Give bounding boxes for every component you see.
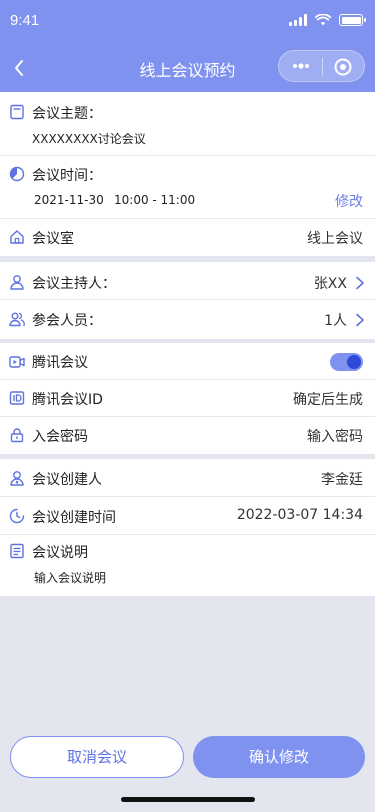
edit-time-link[interactable]: 修改 [335,191,363,211]
capsule-divider [322,58,323,76]
status-bar: 9:41 [0,0,375,44]
section-basic-info: 会议主题： XXXXXXXX讨论会议 会议时间： 2021-11-30 10:0… [0,92,375,256]
topic-label: 会议主题： [32,106,102,122]
person-icon [10,275,24,290]
topic-row: 会议主题： XXXXXXXX讨论会议 [0,92,375,156]
description-input[interactable]: 输入会议说明 [34,569,106,586]
password-input[interactable]: 输入密码 [307,426,363,446]
toggle-knob [347,355,361,369]
document-icon [10,104,24,120]
tencent-toggle[interactable] [330,353,363,371]
signal-icon [289,14,307,26]
chevron-right-icon [356,313,364,327]
status-icons [289,14,366,26]
created-time-label: 会议创建时间 [32,510,116,526]
id-icon [9,391,25,405]
time-row: 会议时间： 2021-11-30 10:00 - 11:00 修改 [0,156,375,219]
home-icon [10,230,24,244]
people-icon [9,312,25,327]
topic-value[interactable]: XXXXXXXX讨论会议 [32,130,146,147]
participants-value: 1人 [324,313,347,329]
battery-icon [339,14,366,26]
cancel-meeting-button[interactable]: 取消会议 [10,736,184,778]
time-label: 会议时间： [32,168,102,184]
chevron-right-icon [356,276,364,290]
nav-bar: 线上会议预约 [0,44,375,92]
room-value: 线上会议 [307,231,363,247]
mini-program-capsule [278,50,365,82]
description-row[interactable]: 会议说明 输入会议说明 [0,535,375,596]
participants-row[interactable]: 参会人员： 1人 [0,300,375,339]
created-time-value: 2022-03-07 14:34 [236,507,363,523]
participants-label: 参会人员： [32,313,102,329]
time-date[interactable]: 2021-11-30 [34,193,104,207]
section-tencent-meeting: 腾讯会议 腾讯会议ID 确定后生成 入会密码 输入密码 [0,343,375,454]
creator-value: 李金廷 [321,472,363,488]
tencent-id-row: 腾讯会议ID 确定后生成 [0,380,375,417]
tencent-row: 腾讯会议 [0,343,375,380]
tencent-id-label: 腾讯会议ID [32,392,103,408]
header: 9:41 线上会议预约 [0,0,375,92]
status-time: 9:41 [10,12,40,29]
creator-icon [10,471,24,486]
description-label: 会议说明 [32,545,88,561]
host-label: 会议主持人： [32,276,116,292]
creator-label: 会议创建人 [32,472,102,488]
creator-row: 会议创建人 李金廷 [0,459,375,497]
tencent-id-value: 确定后生成 [293,392,363,408]
lock-icon [10,428,24,443]
section-people: 会议主持人： 张XX 参会人员： 1人 [0,262,375,339]
host-row[interactable]: 会议主持人： 张XX [0,262,375,300]
password-row[interactable]: 入会密码 输入密码 [0,417,375,454]
created-time-row: 会议创建时间 2022-03-07 14:34 [0,497,375,535]
home-indicator [121,797,255,802]
section-creation-info: 会议创建人 李金廷 会议创建时间 2022-03-07 14:34 会议说明 输… [0,459,375,596]
time-range[interactable]: 10:00 - 11:00 [114,193,195,207]
list-icon [10,543,24,559]
target-icon[interactable] [333,57,353,77]
clock-icon [9,166,25,182]
tencent-label: 腾讯会议 [32,355,88,371]
room-row[interactable]: 会议室 线上会议 [0,219,375,256]
more-icon[interactable] [291,59,311,73]
video-icon [9,356,25,368]
wifi-icon [315,14,331,26]
host-value: 张XX [313,276,347,292]
confirm-edit-button[interactable]: 确认修改 [193,736,365,778]
room-label: 会议室 [32,231,74,247]
history-icon [9,508,25,524]
password-label: 入会密码 [32,429,88,445]
